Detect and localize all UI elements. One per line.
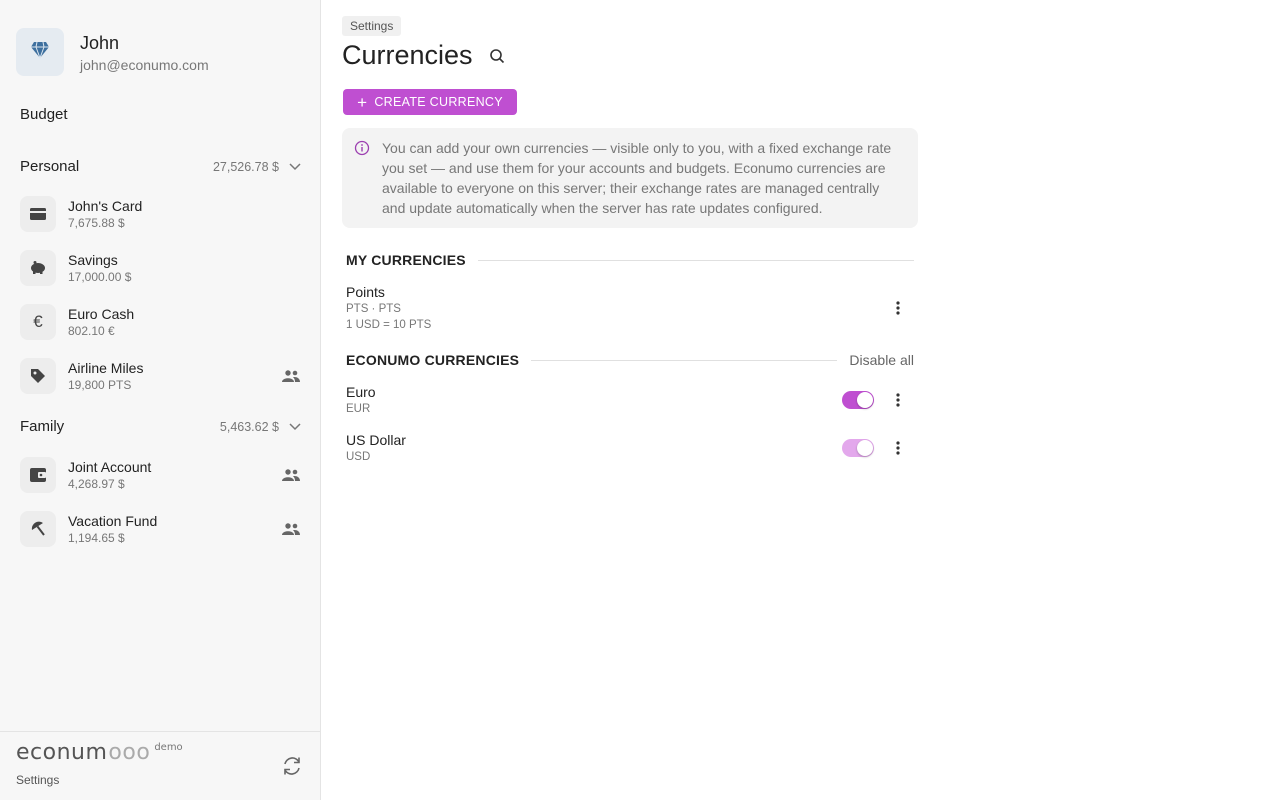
- search-icon[interactable]: [489, 47, 507, 65]
- account-name: Vacation Fund: [68, 513, 158, 529]
- account-balance: 19,800 PTS: [68, 378, 132, 392]
- logo-dots: ooo: [108, 740, 151, 765]
- more-vert-icon[interactable]: [890, 390, 906, 410]
- plus-icon: +: [357, 92, 368, 112]
- toggle-knob: [857, 392, 873, 408]
- demo-badge: demo: [154, 742, 183, 753]
- account-name: John's Card: [68, 198, 143, 214]
- currency-row-euro: Euro EUR: [346, 383, 914, 419]
- account-item[interactable]: Vacation Fund 1,194.65 $: [20, 507, 301, 551]
- sidebar-footer: econum ooo demo Settings: [0, 731, 320, 800]
- divider: [477, 259, 914, 261]
- account-balance: 7,675.88 $: [68, 216, 125, 230]
- user-email: john@econumo.com: [80, 56, 209, 73]
- create-currency-button[interactable]: + CREATE CURRENCY: [343, 89, 517, 115]
- credit-card-icon: [20, 196, 56, 232]
- toggle-knob: [857, 440, 873, 456]
- refresh-icon[interactable]: [280, 754, 304, 778]
- disable-all-button[interactable]: Disable all: [849, 352, 914, 368]
- divider: [531, 359, 838, 361]
- chevron-down-icon[interactable]: [289, 421, 301, 433]
- sidebar: John john@econumo.com Budget Personal 27…: [0, 0, 321, 800]
- page-title: Currencies: [342, 40, 473, 70]
- tag-icon: [20, 358, 56, 394]
- my-currencies-header: MY CURRENCIES: [346, 252, 914, 268]
- econumo-currencies-header: ECONUMO CURRENCIES Disable all: [346, 352, 914, 368]
- folder-family[interactable]: Family 5,463.62 $: [20, 418, 301, 435]
- folder-total: 5,463.62 $: [219, 419, 279, 434]
- currency-rate: 1 USD = 10 PTS: [346, 319, 432, 331]
- footer-settings-link[interactable]: Settings: [16, 773, 59, 787]
- section-title: ECONUMO CURRENCIES: [346, 352, 520, 368]
- folder-name: Personal: [20, 158, 80, 175]
- account-balance: 17,000.00 $: [68, 270, 132, 284]
- account-name: Savings: [68, 252, 118, 268]
- account-item[interactable]: Savings 17,000.00 $: [20, 246, 301, 290]
- currency-code: USD: [346, 451, 371, 463]
- account-item[interactable]: Airline Miles 19,800 PTS: [20, 354, 301, 398]
- avatar: [16, 28, 64, 76]
- logo-text: econum: [16, 740, 108, 765]
- folder-personal[interactable]: Personal 27,526.78 $: [20, 158, 301, 175]
- sidebar-item-budget[interactable]: Budget: [20, 106, 68, 123]
- account-balance: 4,268.97 $: [68, 477, 125, 491]
- account-name: Airline Miles: [68, 360, 144, 376]
- account-name: Euro Cash: [68, 306, 135, 322]
- account-item[interactable]: Joint Account 4,268.97 $: [20, 453, 301, 497]
- enable-toggle[interactable]: [842, 439, 874, 457]
- currency-name: US Dollar: [346, 432, 406, 448]
- people-icon: [281, 366, 301, 386]
- currency-name: Euro: [346, 384, 376, 400]
- account-item[interactable]: € Euro Cash 802.10 €: [20, 300, 301, 344]
- wallet-icon: [20, 457, 56, 493]
- section-title: MY CURRENCIES: [346, 252, 466, 268]
- diamond-icon: [30, 41, 50, 64]
- currency-row-points: Points PTS · PTS 1 USD = 10 PTS: [346, 283, 914, 333]
- create-currency-label: CREATE CURRENCY: [374, 95, 503, 109]
- enable-toggle[interactable]: [842, 391, 874, 409]
- breadcrumb[interactable]: Settings: [342, 16, 402, 36]
- people-icon: [281, 519, 301, 539]
- currency-code: EUR: [346, 403, 371, 415]
- umbrella-icon: [20, 511, 56, 547]
- account-name: Joint Account: [68, 459, 152, 475]
- piggy-bank-icon: [20, 250, 56, 286]
- user-profile[interactable]: John john@econumo.com: [16, 28, 209, 76]
- more-vert-icon[interactable]: [890, 438, 906, 458]
- info-text: You can add your own currencies — visibl…: [382, 140, 892, 216]
- folder-total: 27,526.78 $: [212, 159, 279, 174]
- more-vert-icon[interactable]: [890, 298, 906, 318]
- currency-row-us-dollar: US Dollar USD: [346, 431, 914, 467]
- chevron-down-icon[interactable]: [289, 161, 301, 173]
- account-item[interactable]: John's Card 7,675.88 $: [20, 192, 301, 236]
- currency-code: PTS · PTS: [346, 303, 401, 315]
- folder-name: Family: [20, 418, 65, 435]
- euro-icon: €: [20, 304, 56, 340]
- currency-name: Points: [346, 284, 385, 300]
- user-name: John: [80, 32, 120, 53]
- people-icon: [281, 465, 301, 485]
- account-balance: 1,194.65 $: [68, 531, 125, 545]
- account-balance: 802.10 €: [68, 324, 115, 338]
- info-banner: You can add your own currencies — visibl…: [342, 128, 918, 228]
- info-icon: [354, 140, 370, 156]
- econumo-logo: econum ooo demo: [16, 740, 183, 765]
